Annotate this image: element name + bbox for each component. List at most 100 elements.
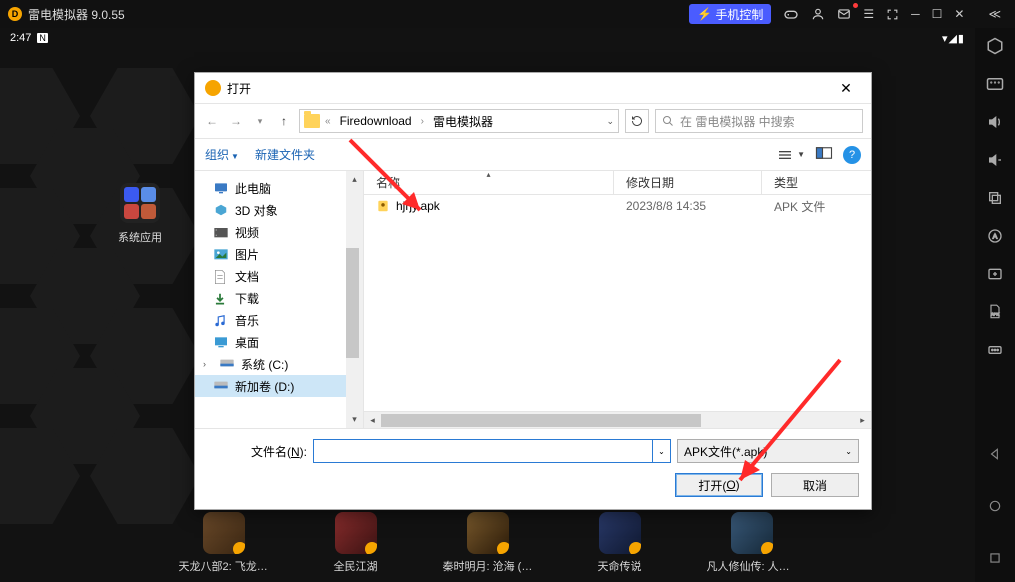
nav-back-button[interactable]: ← bbox=[203, 114, 221, 128]
search-icon bbox=[662, 115, 674, 127]
breadcrumb-bar[interactable]: « Firedownload › 雷电模拟器 ⌄ bbox=[299, 109, 619, 133]
column-date-header[interactable]: 修改日期 bbox=[614, 171, 762, 194]
svg-text:A: A bbox=[993, 234, 998, 241]
filename-history-dropdown[interactable]: ⌄ bbox=[653, 439, 671, 463]
phone-control-button[interactable]: ⚡ 手机控制 bbox=[689, 4, 771, 24]
new-folder-button[interactable]: 新建文件夹 bbox=[255, 146, 315, 163]
preview-pane-button[interactable] bbox=[815, 146, 833, 163]
tree-item[interactable]: 文档 bbox=[195, 265, 346, 287]
dock-item[interactable]: 天命传说 bbox=[575, 512, 665, 574]
chevron-down-icon: ⌄ bbox=[845, 447, 852, 456]
file-list[interactable]: hjrjy.apk2023/8/8 14:35APK 文件 bbox=[364, 195, 871, 411]
badge-icon bbox=[233, 542, 245, 554]
filetype-label: APK文件(*.apk) bbox=[684, 443, 767, 460]
tree-item-label: 此电脑 bbox=[235, 180, 271, 197]
tree-item[interactable]: ›系统 (C:) bbox=[195, 353, 346, 375]
tree-item[interactable]: 图片 bbox=[195, 243, 346, 265]
tree-item[interactable]: 下载 bbox=[195, 287, 346, 309]
tree-item[interactable]: 此电脑 bbox=[195, 177, 346, 199]
pc-icon bbox=[213, 181, 229, 195]
dock-item[interactable]: 全民江湖 bbox=[311, 512, 401, 574]
scroll-left-button[interactable]: ◂ bbox=[364, 412, 381, 428]
folder-tree[interactable]: 此电脑 3D 对象视频图片文档下载音乐桌面›系统 (C:)新加卷 (D:) bbox=[195, 171, 346, 428]
tree-item-label: 3D 对象 bbox=[235, 202, 278, 219]
filetype-select[interactable]: APK文件(*.apk) ⌄ bbox=[677, 439, 859, 463]
file-list-area: 名称▴ 修改日期 类型 hjrjy.apk2023/8/8 14:35APK 文… bbox=[364, 171, 871, 428]
breadcrumb-item[interactable]: 雷电模拟器 bbox=[429, 113, 497, 130]
scrollbar-thumb[interactable] bbox=[381, 414, 701, 427]
volume-up-icon[interactable] bbox=[985, 112, 1005, 132]
android-back-button[interactable] bbox=[985, 444, 1005, 464]
tree-item[interactable]: 音乐 bbox=[195, 309, 346, 331]
maximize-button[interactable]: ☐ bbox=[926, 4, 949, 24]
dialog-close-button[interactable]: ✕ bbox=[831, 80, 861, 97]
scroll-up-button[interactable]: ▴ bbox=[346, 171, 363, 188]
tree-scrollbar[interactable]: ▴ ▾ bbox=[346, 171, 363, 428]
scroll-right-button[interactable]: ▸ bbox=[854, 412, 871, 428]
user-icon[interactable] bbox=[805, 4, 831, 24]
help-button[interactable]: ? bbox=[843, 146, 861, 164]
minimize-button[interactable]: ─ bbox=[905, 4, 926, 24]
android-home-button[interactable] bbox=[985, 496, 1005, 516]
drive-icon bbox=[219, 357, 235, 371]
dock-item[interactable]: 凡人修仙传: 人界篇 bbox=[707, 512, 797, 574]
tree-item[interactable]: 视频 bbox=[195, 221, 346, 243]
view-mode-button[interactable]: ▼ bbox=[777, 149, 805, 161]
bolt-icon: ⚡ bbox=[697, 7, 712, 21]
breadcrumb-dropdown[interactable]: ⌄ bbox=[606, 116, 614, 127]
tree-item[interactable]: 3D 对象 bbox=[195, 199, 346, 221]
dialog-toolbar: 组织▼ 新建文件夹 ▼ ? bbox=[195, 139, 871, 171]
nav-up-button[interactable]: ↑ bbox=[275, 114, 293, 128]
nav-forward-button[interactable]: → bbox=[227, 114, 245, 128]
dock-thumb-icon bbox=[731, 512, 773, 554]
open-button[interactable]: 打开(O) bbox=[675, 473, 763, 497]
dock-thumb-icon bbox=[599, 512, 641, 554]
desktop-app-icon[interactable]: 系统应用 bbox=[105, 183, 175, 245]
apk-file-icon bbox=[376, 199, 390, 213]
dialog-title-bar: 打开 ✕ bbox=[195, 73, 871, 103]
menu-icon[interactable]: ☰ bbox=[857, 4, 880, 24]
dock-item[interactable]: 秦时明月: 沧海 (预下载) bbox=[443, 512, 533, 574]
tree-item[interactable]: 桌面 bbox=[195, 331, 346, 353]
video-icon bbox=[213, 225, 229, 239]
refresh-button[interactable] bbox=[625, 109, 649, 133]
add-screen-icon[interactable] bbox=[985, 264, 1005, 284]
tree-item-label: 下载 bbox=[235, 290, 259, 307]
breadcrumb-item[interactable]: Firedownload bbox=[336, 114, 416, 128]
desktop-app-label: 系统应用 bbox=[105, 229, 175, 245]
android-recent-button[interactable] bbox=[985, 548, 1005, 568]
badge-icon bbox=[629, 542, 641, 554]
horizontal-scrollbar[interactable]: ◂ ▸ bbox=[364, 411, 871, 428]
gamepad-icon[interactable] bbox=[777, 4, 805, 24]
status-signal-icon: ▾◢▮ bbox=[942, 32, 965, 45]
column-type-header[interactable]: 类型 bbox=[762, 171, 871, 194]
hexagon-icon[interactable] bbox=[985, 36, 1005, 56]
column-name-header[interactable]: 名称▴ bbox=[364, 171, 614, 194]
system-apps-icon bbox=[120, 183, 160, 223]
android-status-bar: 2:47 N ▾◢▮ bbox=[0, 28, 975, 48]
dock-item[interactable]: 天龙八部2: 飞龙战天 bbox=[179, 512, 269, 574]
search-input[interactable]: 在 雷电模拟器 中搜索 bbox=[655, 109, 863, 133]
dock-thumb-icon bbox=[335, 512, 377, 554]
more-icon[interactable] bbox=[985, 340, 1005, 360]
3d-icon bbox=[213, 203, 229, 217]
scroll-down-button[interactable]: ▾ bbox=[346, 411, 363, 428]
keyboard-icon[interactable] bbox=[985, 74, 1005, 94]
apk-file-icon[interactable]: APK bbox=[985, 302, 1005, 322]
nav-recent-dropdown[interactable]: ▾ bbox=[251, 116, 269, 127]
fullscreen-icon[interactable] bbox=[880, 4, 905, 24]
tree-item[interactable]: 新加卷 (D:) bbox=[195, 375, 346, 397]
file-row[interactable]: hjrjy.apk2023/8/8 14:35APK 文件 bbox=[364, 195, 871, 217]
refresh-a-icon[interactable]: A bbox=[985, 226, 1005, 246]
collapse-sidebar-icon[interactable]: ≪ bbox=[982, 4, 1007, 24]
tree-item-label: 音乐 bbox=[235, 312, 259, 329]
cancel-button[interactable]: 取消 bbox=[771, 473, 859, 497]
volume-down-icon[interactable] bbox=[985, 150, 1005, 170]
close-button[interactable]: ✕ bbox=[948, 4, 970, 24]
tree-item-label: 文档 bbox=[235, 268, 259, 285]
mail-icon[interactable] bbox=[831, 4, 857, 24]
layers-icon[interactable] bbox=[985, 188, 1005, 208]
scrollbar-thumb[interactable] bbox=[346, 248, 359, 358]
filename-input[interactable] bbox=[313, 439, 653, 463]
organize-button[interactable]: 组织▼ bbox=[205, 146, 239, 163]
